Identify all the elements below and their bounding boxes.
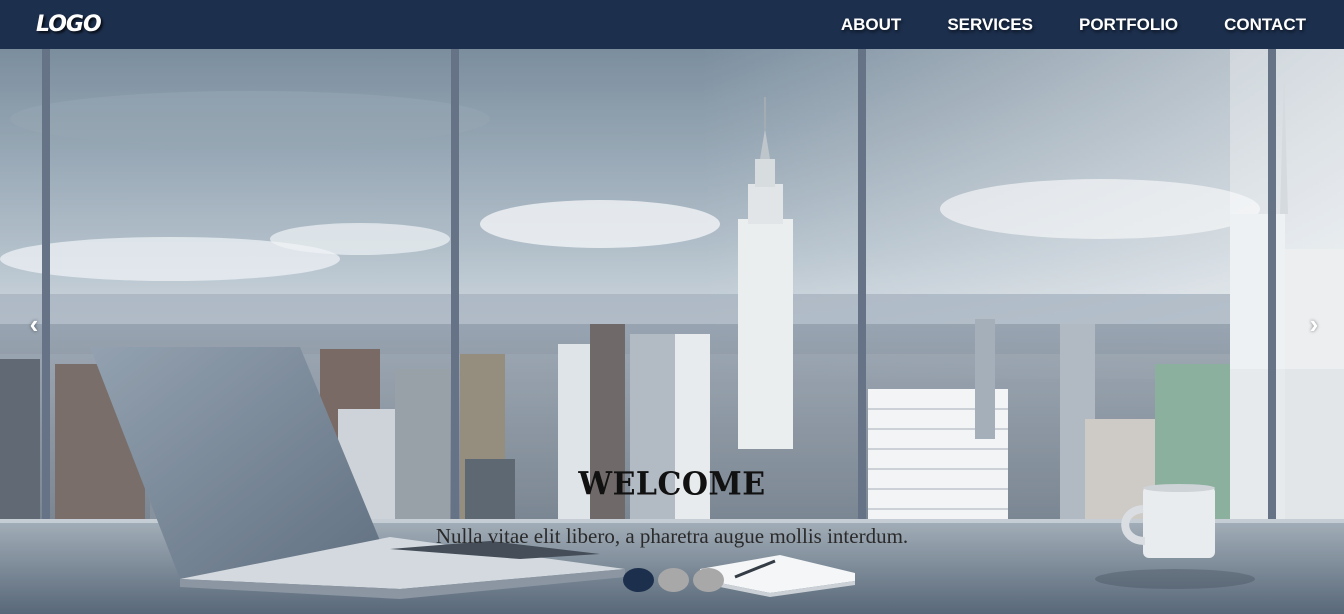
nav-link-about[interactable]: ABOUT	[841, 15, 901, 35]
carousel-indicator-3[interactable]	[693, 568, 724, 592]
hero-carousel: ‹ › WELCOME Nulla vitae elit libero, a p…	[0, 49, 1344, 614]
navbar: LOGO ABOUT SERVICES PORTFOLIO CONTACT	[0, 0, 1344, 49]
carousel-indicator-1[interactable]	[623, 568, 654, 592]
carousel-caption-text: Nulla vitae elit libero, a pharetra augu…	[435, 524, 909, 548]
nav-link-contact[interactable]: CONTACT	[1224, 15, 1306, 35]
nav-link-services[interactable]: SERVICES	[947, 15, 1033, 35]
carousel-next-icon[interactable]: ›	[1300, 307, 1328, 341]
carousel-indicators	[623, 568, 724, 592]
logo[interactable]: LOGO	[36, 12, 102, 37]
carousel-caption-title: WELCOME	[578, 466, 766, 503]
nav-link-portfolio[interactable]: PORTFOLIO	[1079, 15, 1178, 35]
nav-menu: ABOUT SERVICES PORTFOLIO CONTACT	[841, 0, 1306, 49]
carousel-indicator-2[interactable]	[658, 568, 689, 592]
carousel-prev-icon[interactable]: ‹	[20, 307, 48, 341]
